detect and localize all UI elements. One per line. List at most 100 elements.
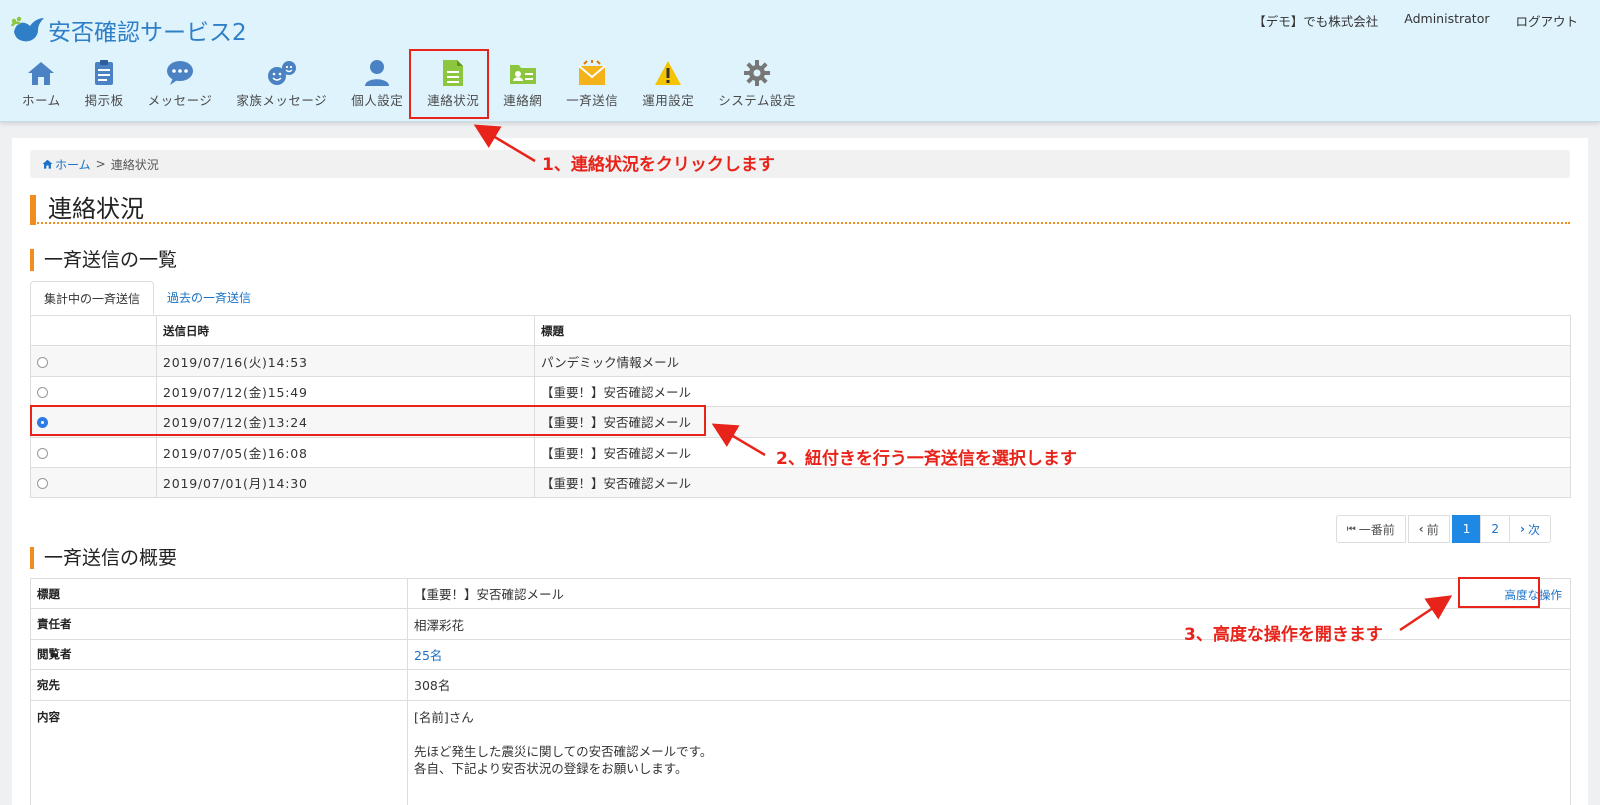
detail-value: 308名: [407, 669, 1571, 701]
row-date: 2019/07/12(金)15:49: [156, 375, 535, 408]
nav-item-home[interactable]: ホーム: [10, 58, 73, 109]
broadcast-list-table: 送信日時 標題 2019/07/16(火)14:53 パンデミック情報メール 2…: [30, 314, 1571, 499]
pagination-next-button[interactable]: › 次: [1509, 515, 1551, 543]
tab-active-broadcasts[interactable]: 集計中の一斉送信: [30, 281, 155, 315]
warning-icon: [653, 58, 683, 88]
list-section-title: 一斉送信の一覧: [30, 249, 177, 271]
row-radio[interactable]: [37, 478, 48, 490]
advanced-operations-link[interactable]: 高度な操作: [1505, 587, 1563, 603]
detail-row-subject: 標題 【重要！】安否確認メール 高度な操作: [30, 577, 1571, 610]
detail-value-cell: 【重要！】安否確認メール 高度な操作: [407, 577, 1571, 610]
nav-label: システム設定: [718, 93, 796, 108]
pagination-page-2[interactable]: 2: [1480, 515, 1511, 543]
annotation-step1: 1、連絡状況をクリックします: [542, 155, 775, 175]
annotation-step2: 2、紐付きを行う一斉送信を選択します: [776, 449, 1077, 469]
table-row[interactable]: 2019/07/01(月)14:30 【重要！】安否確認メール: [30, 466, 1571, 499]
title-divider: [30, 222, 1570, 224]
row-radio[interactable]: [37, 356, 48, 368]
pagination: ⏮ 一番前 ‹ 前 1 2 › 次: [1335, 515, 1551, 543]
row-radio-selected[interactable]: [37, 417, 48, 429]
nav-item-broadcast[interactable]: 一斉送信: [554, 58, 630, 109]
content-line: [414, 726, 1564, 743]
nav-item-operation-settings[interactable]: 運用設定: [630, 58, 706, 109]
app-logo[interactable]: 安否確認サービス2: [10, 12, 247, 48]
user-name[interactable]: Administrator: [1404, 11, 1489, 30]
row-date: 2019/07/05(金)16:08: [156, 436, 535, 468]
pagination-first-button[interactable]: ⏮ 一番前: [1335, 515, 1406, 543]
viewers-link[interactable]: 25名: [414, 648, 442, 663]
breadcrumb-home-link[interactable]: ホーム: [42, 156, 91, 173]
row-select-cell: [30, 466, 157, 499]
row-select-cell: [30, 436, 157, 468]
row-subject: パンデミック情報メール: [534, 345, 1571, 377]
row-radio[interactable]: [37, 386, 48, 398]
breadcrumb-separator: >: [95, 157, 106, 171]
nav-label: 掲示板: [84, 93, 124, 108]
table-row[interactable]: 2019/07/12(金)15:49 【重要！】安否確認メール: [30, 375, 1571, 408]
content-line: 各自、下記より安否状況の登録をお願いします。: [414, 760, 688, 776]
detail-label: 標題: [30, 577, 408, 610]
row-subject: 【重要！】安否確認メール: [534, 375, 1571, 408]
skip-first-icon: ⏮: [1346, 523, 1356, 535]
nav-label: 運用設定: [642, 93, 695, 108]
content-line: [名前]さん: [414, 709, 474, 725]
app-header: 安否確認サービス2 【デモ】でも株式会社 Administrator ログアウト…: [0, 0, 1600, 122]
document-icon: [438, 58, 468, 88]
chevron-left-icon: ‹: [1418, 522, 1424, 536]
detail-label: 宛先: [30, 669, 408, 701]
nav-item-family-message[interactable]: 家族メッセージ: [224, 58, 339, 109]
row-subject: 【重要！】安否確認メール: [534, 406, 1571, 438]
breadcrumb-current: 連絡状況: [110, 157, 159, 172]
pagination-prev-label: 前: [1426, 522, 1439, 537]
home-icon: [42, 159, 53, 169]
breadcrumb-home-label: ホーム: [55, 157, 91, 172]
message-bubble-icon: [165, 58, 195, 88]
row-select-cell: [30, 406, 157, 438]
nav-label: メッセージ: [147, 93, 213, 108]
broadcast-mail-icon: [577, 58, 607, 88]
chevron-right-icon: ›: [1520, 522, 1525, 536]
row-select-cell: [30, 345, 157, 377]
logout-link[interactable]: ログアウト: [1515, 11, 1578, 30]
breadcrumb: ホーム > 連絡状況: [30, 150, 1570, 178]
column-header-select: [30, 314, 157, 347]
nav-item-personal-settings[interactable]: 個人設定: [339, 58, 415, 109]
detail-label: 閲覧者: [30, 638, 408, 671]
row-radio[interactable]: [37, 447, 48, 459]
top-links: 【デモ】でも株式会社 Administrator ログアウト: [1253, 11, 1578, 30]
pagination-prev-button[interactable]: ‹ 前: [1407, 515, 1450, 543]
nav-label: 個人設定: [351, 93, 404, 108]
detail-label: 内容: [30, 699, 408, 805]
app-title: 安否確認サービス2: [48, 20, 247, 46]
column-header-subject: 標題: [534, 314, 1571, 347]
page-title: 連絡状況: [30, 195, 1570, 225]
detail-value: 相澤彩花: [407, 608, 1571, 640]
table-row[interactable]: 2019/07/12(金)13:24 【重要！】安否確認メール: [30, 406, 1571, 438]
gear-icon: [742, 58, 772, 88]
detail-label: 責任者: [30, 608, 408, 640]
contact-network-icon: [508, 58, 538, 88]
nav-label: 家族メッセージ: [236, 93, 328, 108]
nav-item-bulletin-board[interactable]: 掲示板: [73, 58, 136, 109]
home-icon: [26, 58, 56, 88]
table-row[interactable]: 2019/07/16(火)14:53 パンデミック情報メール: [30, 345, 1571, 377]
column-header-date: 送信日時: [156, 314, 535, 347]
broadcast-tabs: 集計中の一斉送信 過去の一斉送信: [30, 281, 264, 315]
annotation-step3: 3、高度な操作を開きます: [1184, 625, 1383, 645]
detail-content-body: [名前]さん 先ほど発生した震災に関しての安否確認メールです。 各自、下記より安…: [407, 699, 1571, 805]
content-line: 先ほど発生した震災に関しての安否確認メールです。: [414, 743, 713, 759]
tab-past-broadcasts[interactable]: 過去の一斉送信: [154, 281, 264, 315]
row-date: 2019/07/01(月)14:30: [156, 466, 535, 499]
nav-item-system-settings[interactable]: システム設定: [706, 58, 808, 109]
detail-row-recipients: 宛先 308名: [30, 669, 1571, 701]
pagination-page-1[interactable]: 1: [1451, 515, 1482, 543]
nav-item-contact-network[interactable]: 連絡網: [491, 58, 554, 109]
detail-value: 【重要！】安否確認メール: [414, 587, 565, 603]
broadcast-detail-table: 標題 【重要！】安否確認メール 高度な操作 責任者 相澤彩花 閲覧者 25名 宛…: [30, 577, 1571, 805]
nav-item-message[interactable]: メッセージ: [136, 58, 225, 109]
person-icon: [362, 58, 392, 88]
pagination-next-label: 次: [1527, 522, 1540, 537]
nav-label: 連絡網: [503, 93, 543, 108]
detail-section-title: 一斉送信の概要: [30, 547, 177, 569]
nav-item-contact-status[interactable]: 連絡状況: [415, 58, 491, 109]
